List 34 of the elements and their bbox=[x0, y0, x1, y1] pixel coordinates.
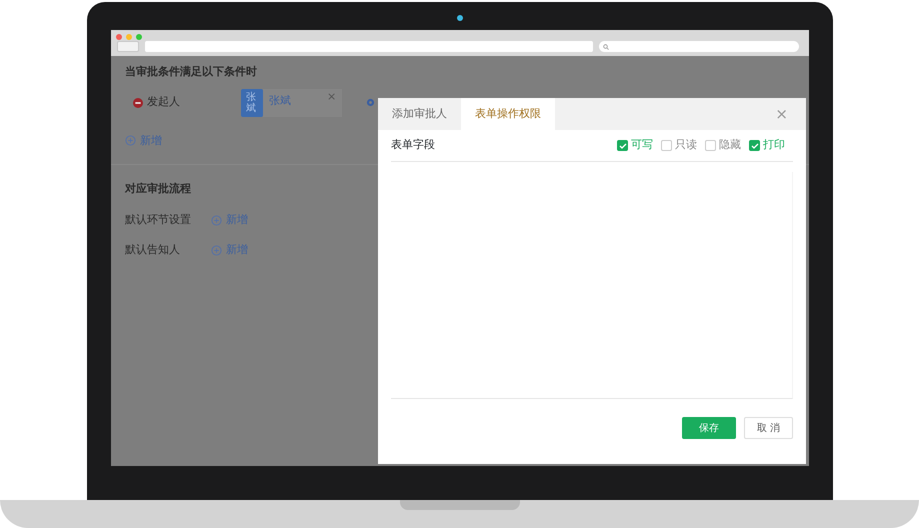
plus-circle-icon bbox=[211, 214, 222, 226]
back-forward-buttons[interactable] bbox=[117, 41, 139, 52]
gear-icon[interactable] bbox=[366, 98, 376, 107]
permission-checkbox[interactable]: 可写 bbox=[617, 137, 653, 154]
section-title: 对应审批流程 bbox=[125, 180, 192, 197]
save-button[interactable]: 保存 bbox=[682, 417, 736, 439]
cancel-button[interactable]: 取 消 bbox=[744, 417, 793, 439]
add-link[interactable]: 新增 bbox=[211, 242, 248, 258]
minimize-window-icon[interactable] bbox=[126, 34, 132, 40]
row-label: 默认告知人 bbox=[125, 242, 181, 258]
section-title: 当审批条件满足以下条件时 bbox=[125, 64, 258, 80]
add-link[interactable]: 新增 bbox=[125, 132, 162, 149]
permission-checkbox[interactable]: 打印 bbox=[749, 137, 785, 154]
permission-checkbox[interactable]: 隐藏 bbox=[705, 137, 741, 154]
tag-close-button[interactable]: × bbox=[327, 88, 336, 105]
check-icon bbox=[618, 142, 626, 150]
camera-icon bbox=[457, 15, 463, 21]
check-icon bbox=[750, 142, 758, 150]
permission-checkbox[interactable]: 只读 bbox=[661, 137, 697, 154]
maximize-window-icon[interactable] bbox=[136, 34, 142, 40]
dialog-tab[interactable]: 表单操作权限 bbox=[461, 98, 555, 130]
search-field[interactable] bbox=[599, 41, 799, 52]
close-window-icon[interactable] bbox=[116, 34, 122, 40]
avatar: 张斌 bbox=[241, 88, 263, 116]
approver-name: 张斌 bbox=[269, 92, 291, 108]
search-icon bbox=[603, 44, 609, 50]
plus-circle-icon bbox=[125, 135, 136, 146]
add-link[interactable]: 新增 bbox=[211, 212, 248, 228]
address-field[interactable] bbox=[145, 41, 593, 52]
plus-circle-icon bbox=[211, 244, 222, 256]
remove-icon[interactable] bbox=[133, 98, 143, 108]
field-header: 表单字段 bbox=[391, 137, 436, 154]
initiator-label: 发起人 bbox=[147, 94, 180, 110]
row-label: 默认环节设置 bbox=[125, 212, 192, 228]
